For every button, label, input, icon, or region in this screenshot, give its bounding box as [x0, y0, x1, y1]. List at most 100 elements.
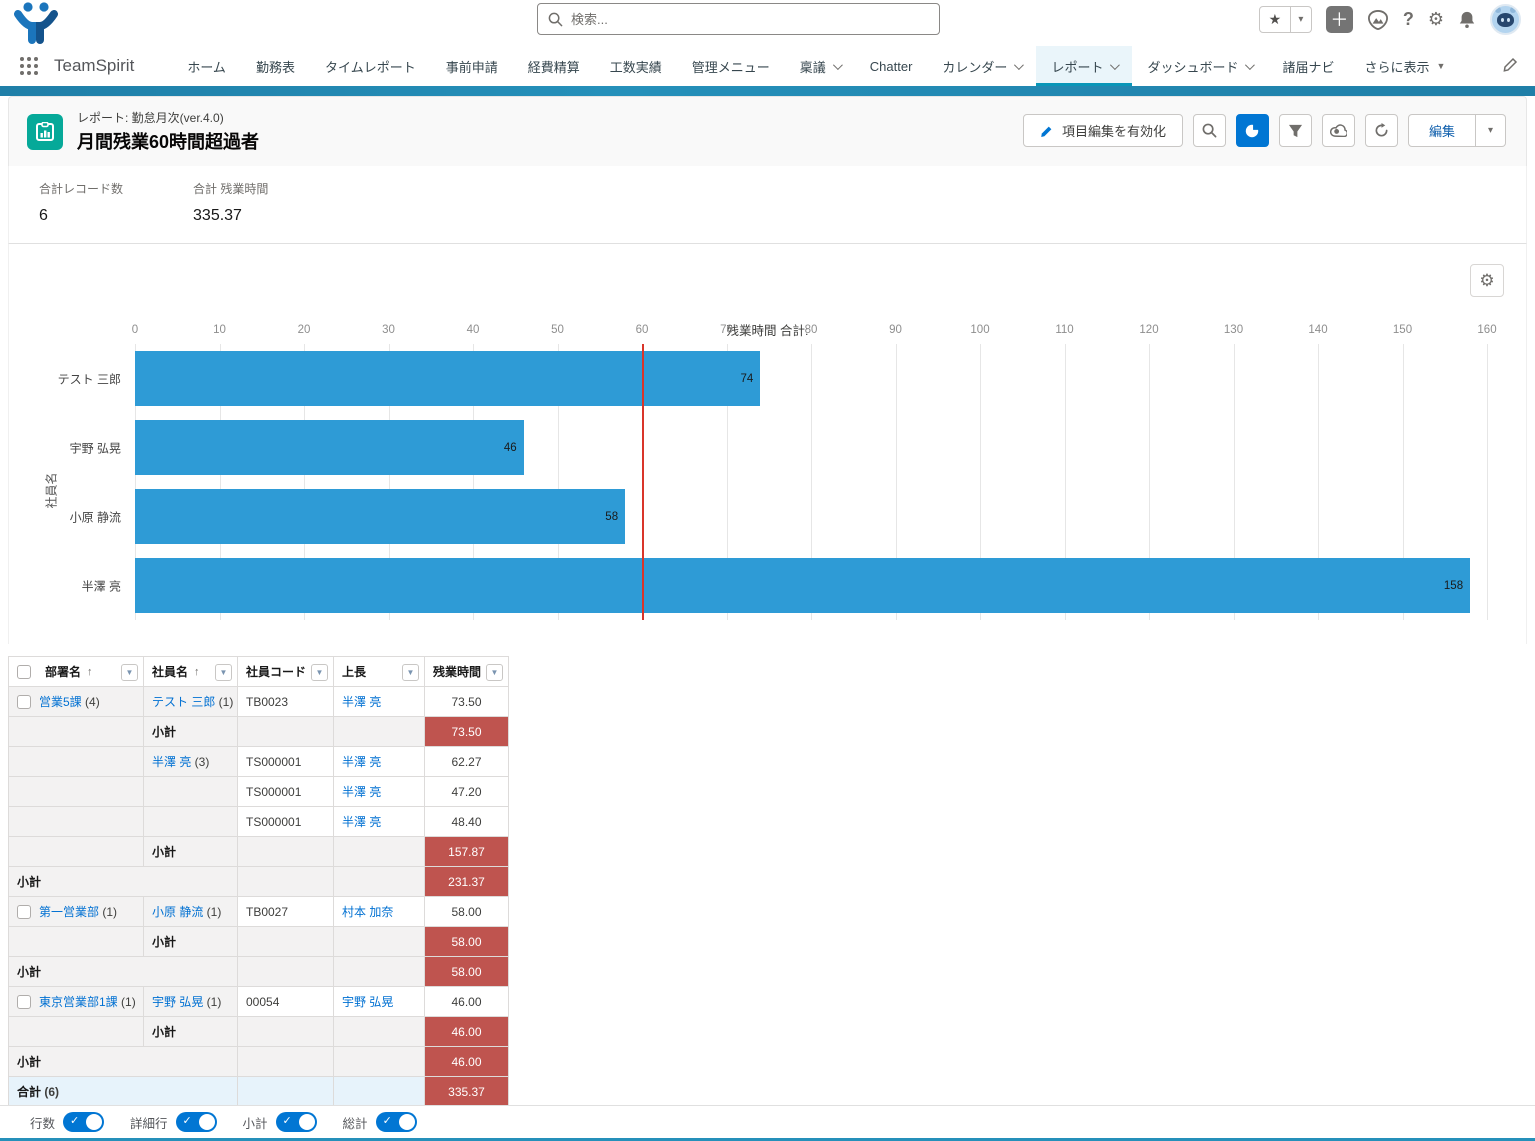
- cell-count: (1): [203, 995, 221, 1009]
- nav-edit-button[interactable]: [1503, 56, 1519, 77]
- help-button[interactable]: ?: [1403, 9, 1414, 30]
- table-cell: 58.00: [425, 957, 509, 987]
- nav-tab-7[interactable]: 稟議: [785, 46, 855, 86]
- edit-button[interactable]: 編集: [1408, 114, 1476, 147]
- nav-tab-11[interactable]: ダッシュボード: [1132, 46, 1267, 86]
- search-input[interactable]: [571, 12, 929, 27]
- column-header-label: 上長: [342, 663, 366, 680]
- chart-settings-button[interactable]: ⚙: [1470, 264, 1504, 297]
- row-checkbox[interactable]: [17, 695, 31, 709]
- setup-button[interactable]: ⚙: [1428, 9, 1444, 30]
- column-header-4[interactable]: 残業時間▼: [425, 657, 509, 687]
- cell-link[interactable]: 半澤 亮: [342, 815, 381, 829]
- bar[interactable]: 158: [135, 558, 1470, 613]
- nav-tab-label: レポート: [1051, 57, 1103, 76]
- cell-text: 小計: [17, 1055, 41, 1069]
- cell-link[interactable]: 村本 加奈: [342, 905, 393, 919]
- toggle-switch[interactable]: ✓: [176, 1112, 217, 1132]
- toggle-knob: [299, 1114, 315, 1130]
- user-avatar[interactable]: [1490, 4, 1521, 35]
- check-icon: ✓: [283, 1114, 292, 1127]
- cell-link[interactable]: 東京営業部1課: [39, 995, 118, 1009]
- select-all-checkbox[interactable]: [17, 665, 31, 679]
- column-header-2[interactable]: 社員コード▼: [238, 657, 334, 687]
- nav-tab-2[interactable]: タイムレポート: [310, 46, 431, 86]
- nav-tab-3[interactable]: 事前申請: [431, 46, 513, 86]
- toggle-switch[interactable]: ✓: [376, 1112, 417, 1132]
- filter-button[interactable]: [1279, 114, 1312, 147]
- table-cell: 小計: [144, 837, 238, 867]
- column-menu-button[interactable]: ▼: [121, 664, 138, 681]
- bar[interactable]: 74: [135, 351, 760, 406]
- nav-tab-6[interactable]: 管理メニュー: [677, 46, 785, 86]
- column-menu-button[interactable]: ▼: [402, 664, 419, 681]
- nav-tab-1[interactable]: 勤務表: [241, 46, 310, 86]
- bar[interactable]: 46: [135, 420, 524, 475]
- column-header-3[interactable]: 上長 ▼: [334, 657, 425, 687]
- trailhead-button[interactable]: [1367, 10, 1389, 30]
- table-cell: 48.40: [425, 807, 509, 837]
- nav-tab-5[interactable]: 工数実績: [595, 46, 677, 86]
- cell-link[interactable]: 宇野 弘晃: [342, 995, 393, 1009]
- toggle-chart-button[interactable]: [1236, 114, 1269, 147]
- refresh-button[interactable]: [1365, 114, 1398, 147]
- cell-link[interactable]: 半澤 亮: [342, 695, 381, 709]
- nav-tab-12[interactable]: 諸届ナビ: [1267, 46, 1349, 86]
- favorites-star-button[interactable]: ★: [1259, 6, 1291, 33]
- nav-tab-13[interactable]: さらに表示 ▼: [1349, 46, 1460, 86]
- x-tick-label: 90: [889, 324, 902, 336]
- table-cell: TB0023: [238, 687, 334, 717]
- find-in-report-button[interactable]: [1193, 114, 1226, 147]
- cell-link[interactable]: 宇野 弘晃: [152, 995, 203, 1009]
- table-cell: [238, 927, 334, 957]
- cell-text: 58.00: [451, 935, 481, 949]
- favorites-dropdown-button[interactable]: ▾: [1291, 6, 1312, 33]
- table-cell: 東京営業部1課 (1): [9, 987, 144, 1017]
- app-launcher-button[interactable]: [18, 46, 40, 86]
- bar[interactable]: 58: [135, 489, 625, 544]
- table-cell: 半澤 亮: [334, 777, 425, 807]
- nav-tab-label: さらに表示: [1364, 57, 1429, 76]
- cell-text: TS000001: [246, 815, 301, 829]
- cell-link[interactable]: 小原 静流: [152, 905, 203, 919]
- column-header-0[interactable]: 部署名↑▼: [9, 657, 144, 687]
- nav-tab-10[interactable]: レポート: [1036, 46, 1132, 86]
- utility-bar: ★ ▾ ＋ ? ⚙: [0, 0, 1535, 46]
- column-header-1[interactable]: 社員名↑▼: [144, 657, 238, 687]
- column-menu-button[interactable]: ▼: [215, 664, 232, 681]
- toggle-switch[interactable]: ✓: [63, 1112, 104, 1132]
- row-checkbox[interactable]: [17, 995, 31, 1009]
- table-cell: 231.37: [425, 867, 509, 897]
- table-cell: TS000001: [238, 777, 334, 807]
- toggle-knob: [199, 1114, 215, 1130]
- column-menu-button[interactable]: ▼: [311, 664, 328, 681]
- nav-tab-0[interactable]: ホーム: [172, 46, 241, 86]
- cell-link[interactable]: テスト 三郎: [152, 695, 215, 709]
- enable-field-editing-button[interactable]: 項目編集を有効化: [1023, 114, 1183, 147]
- row-checkbox[interactable]: [17, 905, 31, 919]
- cell-link[interactable]: 営業5課: [39, 695, 82, 709]
- nav-tab-4[interactable]: 経費精算: [513, 46, 595, 86]
- caret-down-icon: ▼: [1437, 61, 1446, 71]
- trailhead-icon: [1367, 10, 1389, 30]
- chart-area: 0102030405060708090100110120130140150160…: [135, 316, 1487, 620]
- global-add-button[interactable]: ＋: [1326, 6, 1353, 33]
- x-tick-label: 30: [382, 324, 395, 336]
- metric-total-overtime: 合計 残業時間 335.37: [193, 180, 268, 225]
- edit-dropdown-button[interactable]: ▾: [1476, 114, 1506, 147]
- table-row: 営業5課 (4)テスト 三郎 (1)TB0023半澤 亮73.50: [9, 687, 509, 717]
- cell-link[interactable]: 半澤 亮: [342, 755, 381, 769]
- nav-tab-9[interactable]: カレンダー: [927, 46, 1036, 86]
- column-menu-button[interactable]: ▼: [486, 664, 503, 681]
- cell-link[interactable]: 第一営業部: [39, 905, 99, 919]
- nav-tab-label: カレンダー: [942, 57, 1007, 76]
- nav-tab-8[interactable]: Chatter: [855, 46, 928, 86]
- notifications-button[interactable]: [1458, 10, 1476, 29]
- table-cell: 半澤 亮 (3): [144, 747, 238, 777]
- x-tick-label: 150: [1393, 324, 1412, 336]
- cell-link[interactable]: 半澤 亮: [342, 785, 381, 799]
- subscribe-button[interactable]: [1322, 114, 1355, 147]
- toggle-switch[interactable]: ✓: [276, 1112, 317, 1132]
- cell-link[interactable]: 半澤 亮: [152, 755, 191, 769]
- table-cell: [9, 837, 144, 867]
